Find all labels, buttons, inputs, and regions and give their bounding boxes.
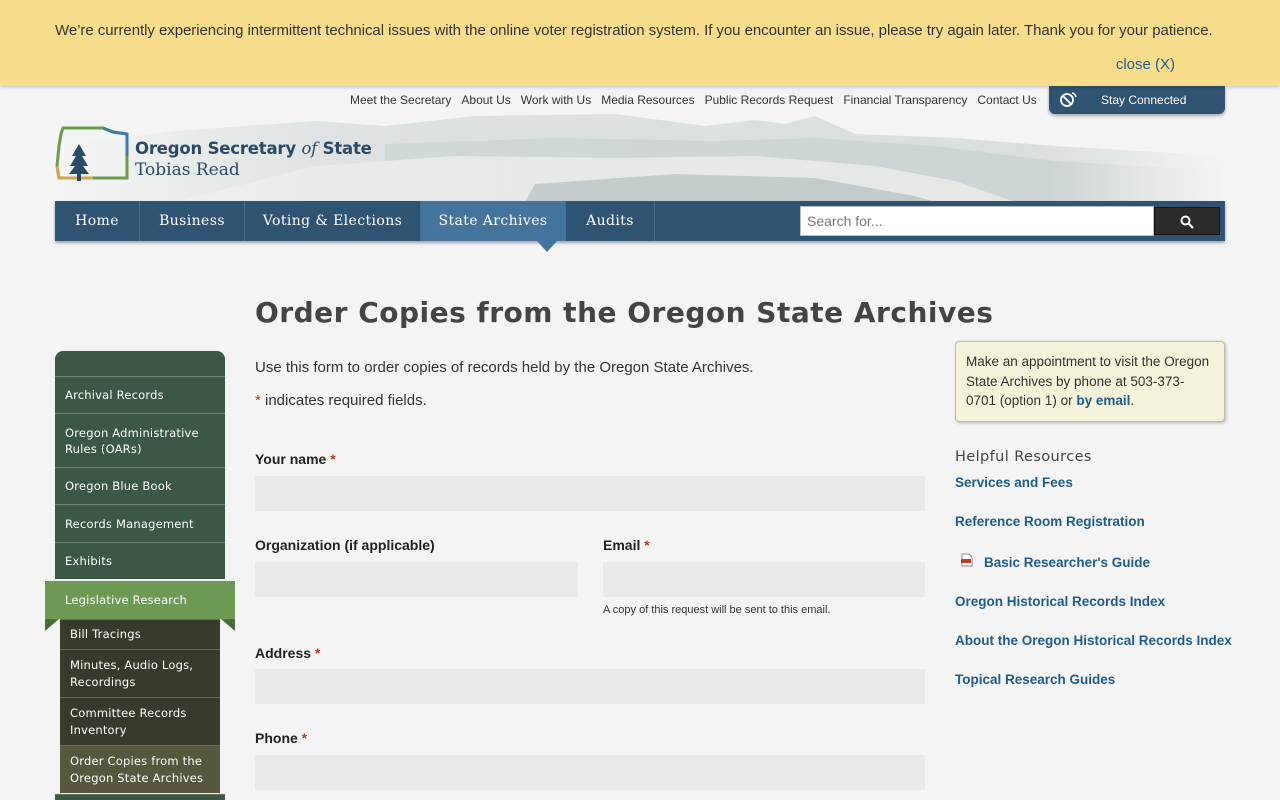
email-field[interactable] bbox=[603, 562, 925, 597]
email-label: Email * bbox=[603, 537, 650, 553]
by-email-link[interactable]: by email bbox=[1076, 393, 1130, 408]
util-link-work-with-us[interactable]: Work with Us bbox=[521, 93, 591, 107]
resource-link-topical-guides[interactable]: Topical Research Guides bbox=[955, 672, 1115, 687]
callout-end: . bbox=[1130, 393, 1135, 408]
resource-link-historical-records-index[interactable]: Oregon Historical Records Index bbox=[955, 594, 1165, 609]
phone-label: Phone * bbox=[255, 730, 308, 746]
sidebar-fold-left bbox=[45, 619, 59, 631]
resource-link-researchers-guide[interactable]: Basic Researcher's Guide bbox=[984, 555, 1150, 570]
alert-close-link[interactable]: close (X) bbox=[1116, 56, 1175, 73]
stay-connected-label: Stay Connected bbox=[1101, 93, 1187, 107]
util-link-media-resources[interactable]: Media Resources bbox=[601, 93, 694, 107]
address-field[interactable] bbox=[255, 669, 925, 704]
nav-business[interactable]: Business bbox=[140, 201, 245, 241]
sidebar-header bbox=[55, 351, 225, 376]
phone-field[interactable] bbox=[255, 755, 925, 790]
nav-audits[interactable]: Audits bbox=[566, 201, 655, 241]
search-input[interactable] bbox=[800, 206, 1154, 236]
util-link-financial-transparency[interactable]: Financial Transparency bbox=[843, 93, 967, 107]
page-title: Order Copies from the Oregon State Archi… bbox=[255, 296, 994, 329]
oregon-tree-logo-icon bbox=[55, 126, 129, 181]
sidebar-active-label: Legislative Research bbox=[65, 593, 187, 607]
appointment-callout: Make an appointment to visit the Oregon … bbox=[955, 341, 1225, 422]
util-link-meet-secretary[interactable]: Meet the Secretary bbox=[350, 93, 451, 107]
name-label: Your name * bbox=[255, 451, 336, 467]
sidebar-subitem-bill-tracings[interactable]: Bill Tracings bbox=[60, 619, 220, 649]
organization-field[interactable] bbox=[255, 562, 578, 597]
util-link-contact-us[interactable]: Contact Us bbox=[977, 93, 1036, 107]
pdf-icon bbox=[961, 553, 973, 567]
stay-connected-button[interactable]: Stay Connected bbox=[1049, 86, 1225, 114]
sidebar-item-records-management[interactable]: Records Management bbox=[55, 504, 225, 542]
sidebar-item-blue-book[interactable]: Oregon Blue Book bbox=[55, 467, 225, 504]
util-link-public-records[interactable]: Public Records Request bbox=[705, 93, 834, 107]
required-note: * indicates required fields. bbox=[255, 392, 427, 409]
address-label: Address * bbox=[255, 645, 321, 661]
search-button[interactable] bbox=[1154, 207, 1220, 235]
alert-message: We’re currently experiencing intermitten… bbox=[55, 22, 1213, 39]
main-nav: Home Business Voting & Elections State A… bbox=[55, 201, 1225, 252]
organization-label: Organization (if applicable) bbox=[255, 537, 435, 553]
utility-nav: Meet the Secretary About Us Work with Us… bbox=[350, 93, 1047, 107]
sidebar-item-exhibits[interactable]: Exhibits bbox=[55, 542, 225, 579]
sidebar-item-next[interactable] bbox=[55, 794, 225, 800]
site-logo[interactable]: Oregon Secretary of State Tobias Read bbox=[55, 126, 385, 188]
nav-state-archives[interactable]: State Archives bbox=[421, 201, 566, 241]
sidebar-subitem-committee-records[interactable]: Committee Records Inventory bbox=[60, 697, 220, 745]
search-icon bbox=[1180, 215, 1194, 229]
sidebar-item-oars[interactable]: Oregon Administrative Rules (OARs) bbox=[55, 413, 225, 467]
sidebar-item-legislative-research[interactable]: Legislative Research bbox=[45, 581, 235, 631]
active-nav-caret bbox=[537, 241, 557, 252]
satellite-icon bbox=[1060, 92, 1077, 107]
logo-title: Oregon Secretary of State bbox=[135, 139, 372, 158]
sidebar-item-archival-records[interactable]: Archival Records bbox=[55, 376, 225, 413]
resource-link-services-fees[interactable]: Services and Fees bbox=[955, 475, 1073, 490]
alert-banner: We’re currently experiencing intermitten… bbox=[0, 0, 1280, 86]
email-help-text: A copy of this request will be sent to t… bbox=[603, 604, 831, 616]
sidebar-subitem-minutes[interactable]: Minutes, Audio Logs, Recordings bbox=[60, 649, 220, 697]
resource-link-reference-room[interactable]: Reference Room Registration bbox=[955, 514, 1145, 529]
util-link-about-us[interactable]: About Us bbox=[461, 93, 510, 107]
nav-voting-elections[interactable]: Voting & Elections bbox=[245, 201, 421, 241]
nav-home[interactable]: Home bbox=[55, 201, 140, 241]
intro-text: Use this form to order copies of records… bbox=[255, 359, 754, 376]
helpful-resources-heading: Helpful Resources bbox=[955, 449, 1092, 465]
sidebar-nav: Archival Records Oregon Administrative R… bbox=[45, 351, 235, 800]
name-field[interactable] bbox=[255, 476, 925, 511]
sidebar-subitem-order-copies[interactable]: Order Copies from the Oregon State Archi… bbox=[60, 745, 220, 793]
resource-link-about-index[interactable]: About the Oregon Historical Records Inde… bbox=[955, 633, 1232, 648]
logo-subtitle: Tobias Read bbox=[135, 160, 240, 180]
sidebar-fold-right bbox=[221, 619, 235, 631]
